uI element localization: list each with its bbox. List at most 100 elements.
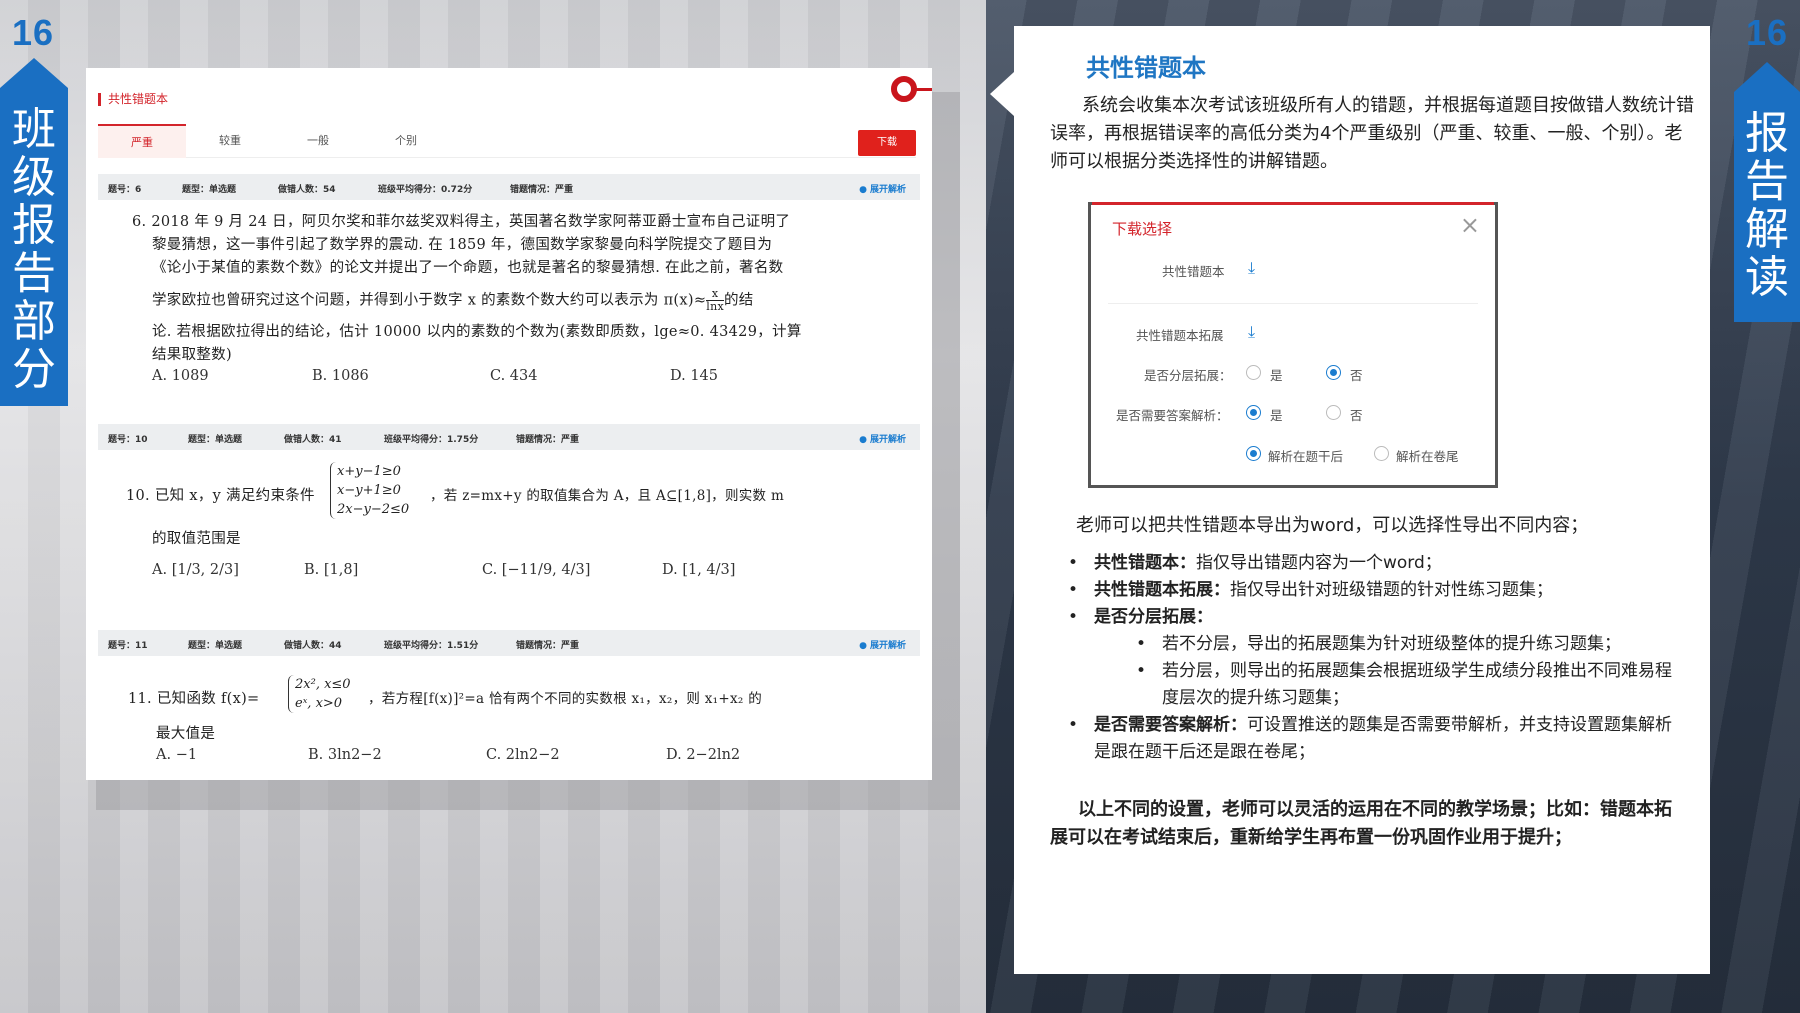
question-line: 《论小于某值的素数个数》的论文并提出了一个命题，也就是著名的黎曼猜想. 在此之前… — [152, 260, 784, 276]
tab-char: 报 — [1745, 108, 1789, 159]
layered-label: 是否分层拓展： — [1144, 368, 1232, 383]
bullet-item: • 共性错题本：指仅导出错题内容为一个word； — [1068, 550, 1684, 577]
export-paragraph: 老师可以把共性错题本导出为word，可以选择性导出不同内容； — [1076, 515, 1589, 536]
option: B. 1086 — [312, 368, 369, 384]
constraint: 2x−y−2≤0 — [337, 502, 410, 517]
answer-no-radio[interactable] — [1326, 405, 1341, 420]
question-line-text: 的结 — [724, 292, 754, 309]
download-dialog: 下载选择 × 共性错题本 ⤓ 共性错题本拓展 ⤓ 是否分层拓展： 是 否 是否需… — [1092, 202, 1494, 482]
question-meta-bar: 题号：11 题型：单选题 做错人数：44 班级平均得分：1.51分 错题情况：严… — [98, 630, 920, 656]
meta-wrong-count: 做错人数：54 — [278, 185, 336, 195]
answer-yes-radio[interactable] — [1246, 405, 1261, 420]
page-number-right: 16 — [1745, 12, 1788, 53]
fraction: x lnx — [706, 288, 724, 313]
bullet-term: 是否需要答案解析： — [1094, 715, 1247, 735]
tab-severe[interactable]: 严重 — [98, 124, 186, 158]
meta-number: 题号：10 — [108, 435, 148, 445]
answer-yes-label: 是 — [1270, 408, 1283, 423]
meta-status: 错题情况：严重 — [516, 435, 580, 445]
tab-char: 解 — [1745, 204, 1789, 255]
tab-normal[interactable]: 一般 — [274, 124, 362, 158]
fraction-den: lnx — [706, 300, 724, 313]
tab-char: 班 — [12, 104, 56, 155]
tab-char: 告 — [12, 248, 56, 299]
expand-analysis-link[interactable]: 展开解析 — [859, 182, 906, 195]
option: B. 3ln2−2 — [308, 747, 382, 763]
tab-char: 报 — [12, 200, 56, 251]
card-heading: 共性错题本 — [1086, 54, 1206, 82]
question-line: 10. 已知 x，y 满足约束条件 — [126, 488, 315, 504]
sub-bullet-text: 若不分层，导出的拓展题集为针对班级整体的提升练习题集； — [1162, 634, 1621, 654]
meta-avg-score: 班级平均得分：1.51分 — [384, 641, 479, 651]
meta-status: 错题情况：严重 — [510, 185, 574, 195]
bullet-term: 共性错题本： — [1094, 553, 1196, 573]
download-icon[interactable]: ⤓ — [1248, 324, 1262, 340]
function-brace: 2x², x≤0 eˣ, x>0 — [288, 675, 351, 713]
question-meta-bar: 题号：10 题型：单选题 做错人数：41 班级平均得分：1.75分 错题情况：严… — [98, 424, 920, 450]
expand-analysis-link[interactable]: 展开解析 — [859, 638, 906, 651]
at-end-radio[interactable] — [1374, 446, 1389, 461]
question-line: 学家欧拉也曾研究过这个问题，并得到小于数字 x 的素数个数大约可以表示为 π(x… — [152, 288, 754, 313]
after-stem-label: 解析在题干后 — [1268, 449, 1344, 464]
option: C. 2ln2−2 — [486, 747, 560, 763]
item-error-book-label: 共性错题本 — [1162, 264, 1225, 279]
layered-yes-radio[interactable] — [1246, 365, 1261, 380]
download-icon[interactable]: ⤓ — [1248, 260, 1262, 276]
tab-char: 读 — [1745, 252, 1789, 303]
answer-no-label: 否 — [1350, 408, 1363, 423]
sub-bullet-item: • 若分层，则导出的拓展题集会根据班级学生成绩分段推出不同难易程度层次的提升练习… — [1136, 658, 1682, 712]
question-line: ，若方程[f(x)]²=a 恰有两个不同的实数根 x₁，x₂，则 x₁+x₂ 的 — [368, 691, 763, 707]
option: A. 1089 — [152, 368, 209, 384]
sub-bullet-item: • 若不分层，导出的拓展题集为针对班级整体的提升练习题集； — [1136, 631, 1682, 658]
meta-type: 题型：单选题 — [182, 185, 237, 195]
card-pointer — [990, 72, 1014, 116]
sub-bullet-text: 若分层，则导出的拓展题集会根据班级学生成绩分段推出不同难易程度层次的提升练习题集… — [1162, 661, 1672, 708]
bullet-dot-icon: • — [1068, 715, 1079, 735]
question-line: ，若 z=mx+y 的取值集合为 A，且 A⊆[1,8]，则实数 m — [430, 488, 785, 504]
expand-analysis-link[interactable]: 展开解析 — [859, 432, 906, 445]
panel-title: 共性错题本 — [98, 93, 168, 106]
intro-paragraph: 系统会收集本次考试该班级所有人的错题，并根据每道题目按做错人数统计错误率，再根据… — [1050, 95, 1694, 172]
option: C. [−11/9, 4/3] — [482, 562, 591, 578]
question-line: 6. 2018 年 9 月 24 日，阿贝尔奖和菲尔兹奖双料得主，英国著名数学家… — [132, 214, 791, 230]
option: B. [1,8] — [304, 562, 359, 578]
question-meta-bar: 题号：6 题型：单选题 做错人数：54 班级平均得分：0.72分 错题情况：严重… — [98, 174, 920, 200]
tab-char: 部 — [12, 296, 56, 347]
severity-tabs: 严重 较重 一般 个别 下载 — [98, 124, 916, 158]
error-book-screenshot: 共性错题本 严重 较重 一般 个别 下载 题号：6 题型：单选题 做错人数：54… — [86, 68, 932, 780]
option: C. 434 — [490, 368, 538, 384]
layered-no-label: 否 — [1350, 368, 1363, 383]
dialog-title: 下载选择 — [1112, 220, 1173, 238]
question-line: 黎曼猜想，这一事件引起了数学界的震动. 在 1859 年，德国数学家黎曼向科学院… — [152, 237, 773, 253]
tab-char: 告 — [1745, 156, 1789, 207]
meta-wrong-count: 做错人数：41 — [284, 435, 342, 445]
tab-char: 级 — [12, 152, 56, 203]
at-end-label: 解析在卷尾 — [1396, 449, 1459, 464]
meta-type: 题型：单选题 — [188, 641, 243, 651]
bullet-item: • 是否分层拓展： — [1068, 604, 1684, 631]
bullet-item: • 是否需要答案解析：可设置推送的题集是否需要带解析，并支持设置题集解析是跟在题… — [1068, 712, 1684, 766]
bullet-dot-icon: • — [1136, 634, 1147, 654]
option: D. 145 — [670, 368, 719, 384]
callout-marker-icon — [891, 76, 917, 102]
meta-wrong-count: 做错人数：44 — [284, 641, 342, 651]
question-line-text: 学家欧拉也曾研究过这个问题，并得到小于数字 x 的素数个数大约可以表示为 π(x… — [152, 292, 707, 309]
question-line: 论. 若根据欧拉得出的结论，估计 10000 以内的素数的个数为(素数即质数，l… — [152, 324, 802, 340]
tab-individual[interactable]: 个别 — [362, 124, 450, 158]
meta-number: 题号：11 — [108, 641, 148, 651]
close-icon[interactable]: × — [1460, 211, 1480, 239]
bullet-text: 指仅导出针对班级错题的针对性练习题集； — [1230, 580, 1553, 600]
layered-no-radio[interactable] — [1326, 365, 1341, 380]
layered-yes-label: 是 — [1270, 368, 1283, 383]
question-line: 11. 已知函数 f(x)= — [128, 691, 260, 707]
section-tab-right: 报 告 解 读 — [1734, 62, 1800, 322]
download-button[interactable]: 下载 — [858, 130, 916, 156]
conclusion-paragraph: 以上不同的设置，老师可以灵活的运用在不同的教学场景；比如：错题本拓展可以在考试结… — [1050, 799, 1672, 848]
tab-char: 分 — [12, 344, 56, 395]
after-stem-radio[interactable] — [1246, 446, 1261, 461]
option: D. 2−2ln2 — [666, 747, 741, 763]
callout-connector — [916, 88, 932, 91]
bullet-dot-icon: • — [1068, 580, 1079, 600]
question-line: 结果取整数) — [152, 347, 232, 363]
tab-heavier[interactable]: 较重 — [186, 124, 274, 158]
